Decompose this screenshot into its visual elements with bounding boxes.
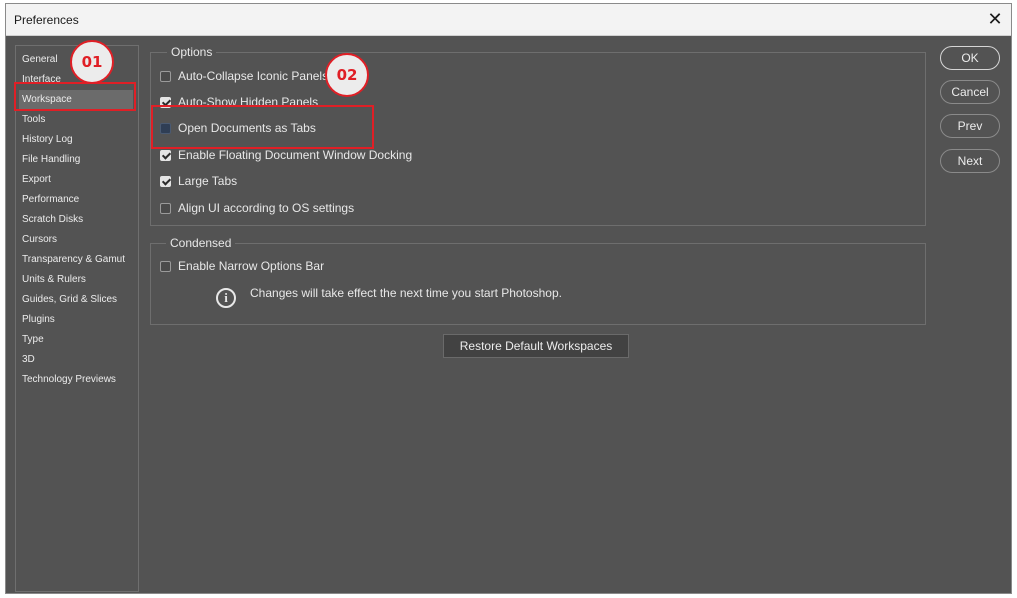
opt-auto-collapse-label: Auto-Collapse Iconic Panels	[178, 69, 329, 83]
callout-badge-02: 02	[325, 53, 369, 97]
options-legend: Options	[167, 45, 217, 59]
opt-narrow-options-bar[interactable]: Enable Narrow Options Bar	[160, 256, 324, 276]
opt-align-ui[interactable]: Align UI according to OS settings	[160, 198, 354, 218]
checkbox[interactable]	[160, 70, 171, 82]
ok-button[interactable]: OK	[940, 46, 1000, 70]
sidebar-item-tools[interactable]: Tools	[19, 110, 133, 130]
restart-notice: i Changes will take effect the next time…	[216, 286, 562, 308]
sidebar-item-plugins[interactable]: Plugins	[19, 310, 133, 330]
checkbox[interactable]	[160, 202, 171, 214]
close-icon[interactable]: ✕	[983, 7, 1007, 31]
sidebar-item-technology-previews[interactable]: Technology Previews	[19, 370, 133, 390]
opt-floating-docking-label: Enable Floating Document Window Docking	[178, 148, 413, 162]
sidebar-item-export[interactable]: Export	[19, 170, 133, 190]
checkbox[interactable]	[160, 149, 171, 161]
condensed-group: Condensed Enable Narrow Options Bar	[150, 236, 926, 325]
callout-highlight-open-docs-tabs	[151, 105, 374, 149]
opt-auto-collapse[interactable]: Auto-Collapse Iconic Panels	[160, 66, 328, 86]
sidebar-item-units-rulers[interactable]: Units & Rulers	[19, 270, 133, 290]
callout-badge-01: 01	[70, 40, 114, 84]
sidebar-item-scratch-disks[interactable]: Scratch Disks	[19, 210, 133, 230]
opt-large-tabs[interactable]: Large Tabs	[160, 171, 237, 191]
sidebar-item-performance[interactable]: Performance	[19, 190, 133, 210]
sidebar-item-guides-grid-slices[interactable]: Guides, Grid & Slices	[19, 290, 133, 310]
prev-button[interactable]: Prev	[940, 114, 1000, 138]
condensed-legend: Condensed	[166, 236, 236, 250]
checkbox[interactable]	[160, 260, 171, 272]
cancel-button[interactable]: Cancel	[940, 80, 1000, 104]
window-title: Preferences	[14, 13, 79, 27]
next-button[interactable]: Next	[940, 149, 1000, 173]
sidebar-item-cursors[interactable]: Cursors	[19, 230, 133, 250]
preferences-sidebar: General Interface Workspace Tools Histor…	[15, 45, 139, 592]
sidebar-item-type[interactable]: Type	[19, 330, 133, 350]
opt-align-ui-label: Align UI according to OS settings	[178, 201, 355, 215]
opt-narrow-options-bar-label: Enable Narrow Options Bar	[178, 259, 325, 273]
restart-notice-text: Changes will take effect the next time y…	[250, 286, 562, 300]
sidebar-item-3d[interactable]: 3D	[19, 350, 133, 370]
title-bar: Preferences ✕	[6, 4, 1011, 36]
sidebar-item-file-handling[interactable]: File Handling	[19, 150, 133, 170]
info-icon: i	[216, 288, 236, 308]
preferences-dialog: Preferences ✕ General Interface Workspac…	[5, 3, 1012, 594]
opt-large-tabs-label: Large Tabs	[178, 174, 238, 188]
restore-default-workspaces-button[interactable]: Restore Default Workspaces	[443, 334, 629, 358]
sidebar-item-history-log[interactable]: History Log	[19, 130, 133, 150]
sidebar-item-transparency-gamut[interactable]: Transparency & Gamut	[19, 250, 133, 270]
checkbox[interactable]	[160, 175, 171, 187]
callout-highlight-workspace	[14, 82, 136, 111]
